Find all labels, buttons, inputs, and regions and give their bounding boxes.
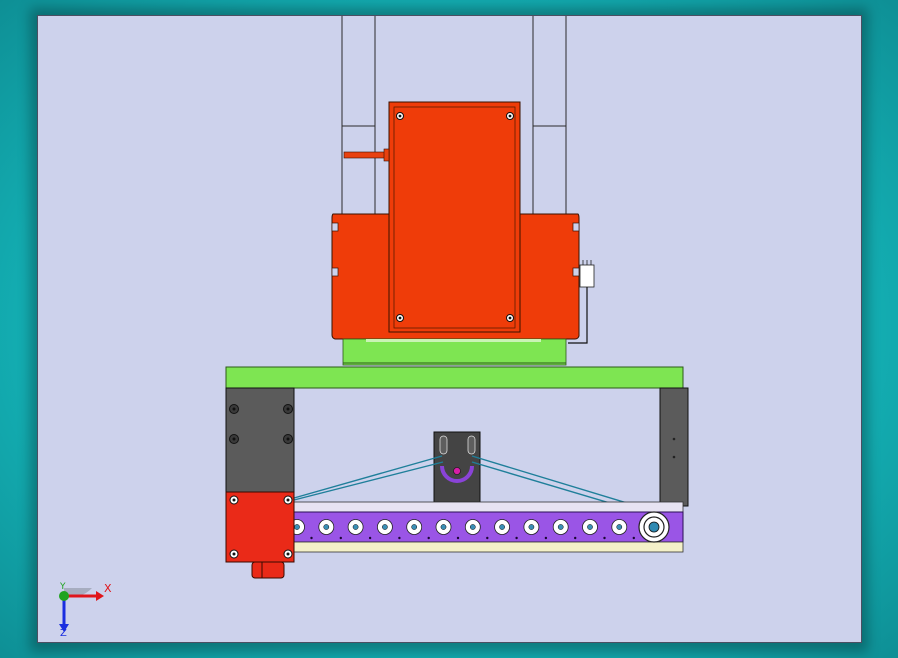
drive-motor[interactable] — [225, 491, 295, 579]
rail-roller-hub — [557, 524, 564, 530]
rail-roller-hub — [323, 524, 330, 530]
rail-dot — [339, 536, 342, 540]
x-axis-label: X — [104, 582, 112, 595]
rail-dot — [632, 536, 635, 540]
rail-roller-hub — [499, 524, 505, 530]
rail-dot — [310, 536, 313, 540]
rail-roller-hub — [616, 524, 623, 530]
housing-base — [342, 338, 567, 366]
belt-rail[interactable] — [289, 501, 684, 553]
rail-roller-hub — [440, 524, 447, 530]
rail-dot — [515, 536, 518, 540]
rail-roller-hub — [352, 524, 359, 530]
rail-dot — [368, 536, 372, 540]
rail-dot — [574, 536, 577, 540]
rail-roller-hub — [294, 524, 300, 530]
rail-roller-hub — [382, 524, 388, 530]
y-axis-label: Y — [60, 582, 66, 592]
rail-dot — [456, 536, 460, 540]
left-bracket[interactable] — [225, 387, 295, 493]
rail-roller-hub — [587, 524, 593, 530]
z-axis-label: Z — [60, 628, 67, 639]
rail-dot — [427, 536, 430, 540]
rail-dot — [544, 536, 548, 540]
motor-housing[interactable] — [331, 101, 580, 340]
rail-roller-hub — [411, 524, 418, 530]
rail-dot — [486, 536, 489, 540]
right-bracket[interactable] — [659, 387, 689, 507]
axis-triad — [59, 588, 104, 632]
cad-viewport[interactable]: X Y Z — [37, 15, 862, 643]
assembly-drawing[interactable] — [38, 16, 861, 642]
rail-roller-hub — [528, 524, 535, 530]
rail-roller-hub — [469, 524, 476, 530]
cable-connector — [343, 148, 390, 162]
rail-dot — [398, 536, 401, 540]
rail-dot — [603, 536, 606, 540]
mount-plate[interactable] — [225, 366, 684, 389]
idler-holder[interactable] — [433, 431, 481, 503]
